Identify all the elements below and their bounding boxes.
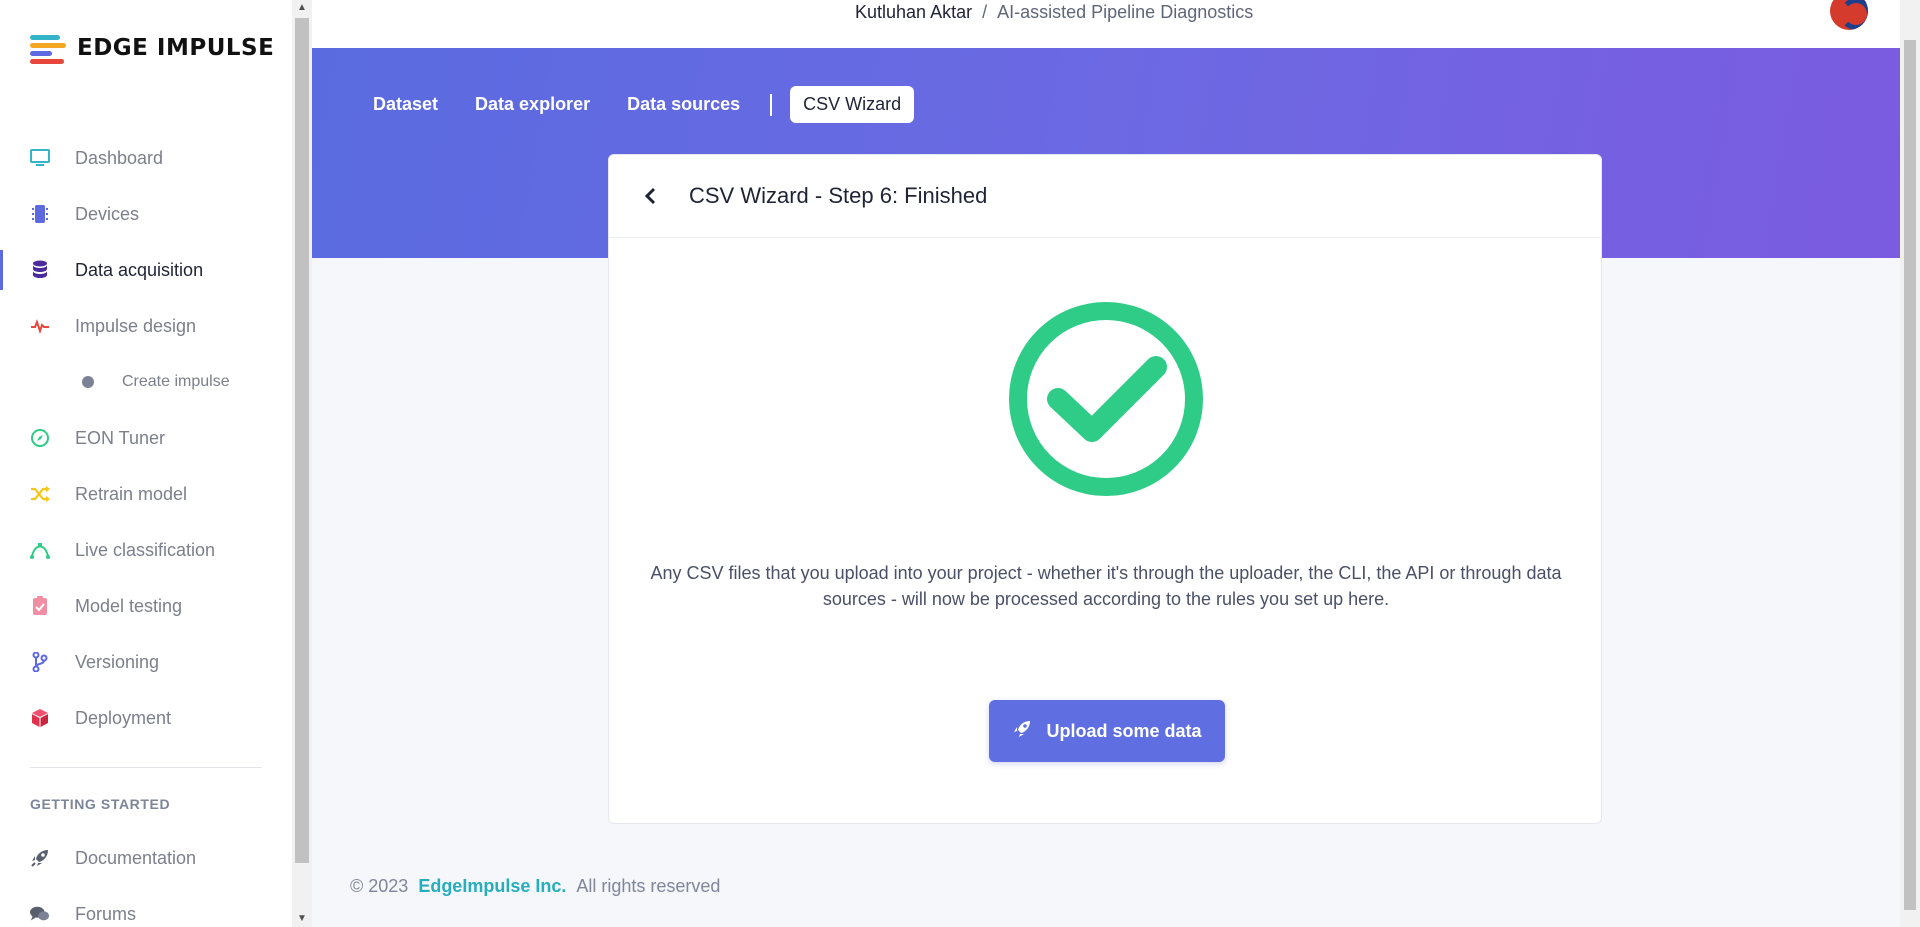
monitor-icon [30, 148, 50, 168]
sidebar-item-label: Versioning [75, 651, 160, 672]
breadcrumb-project[interactable]: AI-assisted Pipeline Diagnostics [997, 2, 1253, 23]
tab-data-explorer[interactable]: Data explorer [462, 86, 603, 123]
database-icon [30, 260, 50, 280]
sidebar-item-devices[interactable]: Devices [0, 186, 292, 242]
sidebar-item-live-classification[interactable]: Live classification [0, 522, 292, 578]
upload-data-label: Upload some data [1046, 720, 1202, 741]
sidebar-item-versioning[interactable]: Versioning [0, 634, 292, 690]
finished-description: Any CSV files that you upload into your … [650, 563, 1562, 609]
sidebar-item-label: Impulse design [75, 315, 197, 336]
main-scrollbar[interactable] [1900, 0, 1920, 927]
rocket-icon [1012, 719, 1032, 744]
edge-impulse-logo[interactable]: EDGE IMPULSE [30, 33, 275, 64]
sidebar-item-label: Devices [75, 203, 140, 224]
footer-copyright: © 2023 [350, 876, 409, 896]
sidebar-item-create-impulse[interactable]: Create impulse [0, 354, 292, 410]
success-check-icon [1008, 301, 1204, 497]
branch-icon [30, 652, 50, 672]
user-avatar[interactable] [1830, 0, 1868, 30]
sidebar-item-label: Deployment [75, 707, 172, 728]
sidebar-item-documentation[interactable]: Documentation [0, 830, 292, 886]
sidebar-item-eon-tuner[interactable]: EON Tuner [0, 410, 292, 466]
sidebar-item-label: Forums [75, 903, 137, 924]
scrollbar-thumb[interactable] [295, 18, 309, 863]
sidebar-divider [30, 767, 262, 768]
pulse-icon [30, 316, 50, 336]
chevron-left-icon [644, 187, 656, 205]
back-button[interactable] [635, 181, 665, 211]
sidebar-item-deployment[interactable]: Deployment [0, 690, 292, 746]
clipboard-check-icon [30, 596, 50, 616]
data-acquisition-tabs: Dataset Data explorer Data sources CSV W… [360, 86, 925, 123]
footer-rights: All rights reserved [576, 876, 721, 896]
sidebar-item-label: Documentation [75, 847, 197, 868]
section-title-getting-started: GETTING STARTED [30, 796, 171, 812]
breadcrumb: Kutluhan Aktar / AI-assisted Pipeline Di… [855, 2, 1253, 23]
brand-name: EDGE IMPULSE [77, 35, 275, 61]
compass-icon [30, 428, 50, 448]
bezier-icon [30, 540, 50, 560]
sidebar-item-label: Model testing [75, 595, 183, 616]
sidebar-item-impulse-design[interactable]: Impulse design [0, 298, 292, 354]
chip-icon [30, 204, 50, 224]
tab-data-sources[interactable]: Data sources [614, 86, 753, 123]
sidebar-item-label: Dashboard [75, 147, 164, 168]
tab-separator [770, 93, 773, 116]
csv-wizard-card: CSV Wizard - Step 6: Finished Any CSV fi… [608, 154, 1602, 824]
upload-data-button[interactable]: Upload some data [989, 700, 1225, 762]
chat-icon [30, 904, 50, 924]
sidebar-item-label: Retrain model [75, 483, 188, 504]
footer: © 2023 EdgeImpulse Inc. All rights reser… [350, 876, 720, 897]
logo-icon [30, 33, 66, 64]
sidebar-item-label: Data acquisition [75, 259, 204, 280]
rocket-icon [30, 848, 50, 868]
sidebar: EDGE IMPULSE Dashboard Devices Data acqu… [0, 0, 292, 927]
scroll-up-arrow-icon[interactable]: ▲ [292, 0, 312, 16]
sidebar-item-data-acquisition[interactable]: Data acquisition [0, 242, 292, 298]
sidebar-item-model-testing[interactable]: Model testing [0, 578, 292, 634]
sidebar-scrollbar[interactable]: ▲ ▼ [292, 0, 312, 927]
sidebar-item-retrain-model[interactable]: Retrain model [0, 466, 292, 522]
sidebar-item-dashboard[interactable]: Dashboard [0, 130, 292, 186]
scrollbar-thumb[interactable] [1904, 40, 1916, 910]
tab-csv-wizard[interactable]: CSV Wizard [790, 86, 915, 123]
dot-icon [78, 372, 98, 392]
card-title: CSV Wizard - Step 6: Finished [689, 183, 988, 208]
card-header: CSV Wizard - Step 6: Finished [609, 155, 1601, 238]
sidebar-item-label: EON Tuner [75, 427, 166, 448]
breadcrumb-separator: / [982, 2, 988, 22]
getting-started-nav: Documentation Forums [0, 830, 292, 927]
footer-company-link[interactable]: EdgeImpulse Inc. [418, 876, 566, 897]
tab-dataset[interactable]: Dataset [360, 86, 451, 123]
shuffle-icon [30, 484, 50, 504]
cube-icon [30, 708, 50, 728]
sidebar-item-label: Create impulse [122, 373, 230, 390]
sidebar-nav: Dashboard Devices Data acquisition Impul… [0, 130, 292, 746]
sidebar-item-forums[interactable]: Forums [0, 886, 292, 927]
sidebar-item-label: Live classification [75, 539, 216, 560]
breadcrumb-owner[interactable]: Kutluhan Aktar [855, 2, 972, 23]
top-bar: Kutluhan Aktar / AI-assisted Pipeline Di… [312, 0, 1900, 48]
scroll-down-arrow-icon[interactable]: ▼ [292, 911, 312, 927]
